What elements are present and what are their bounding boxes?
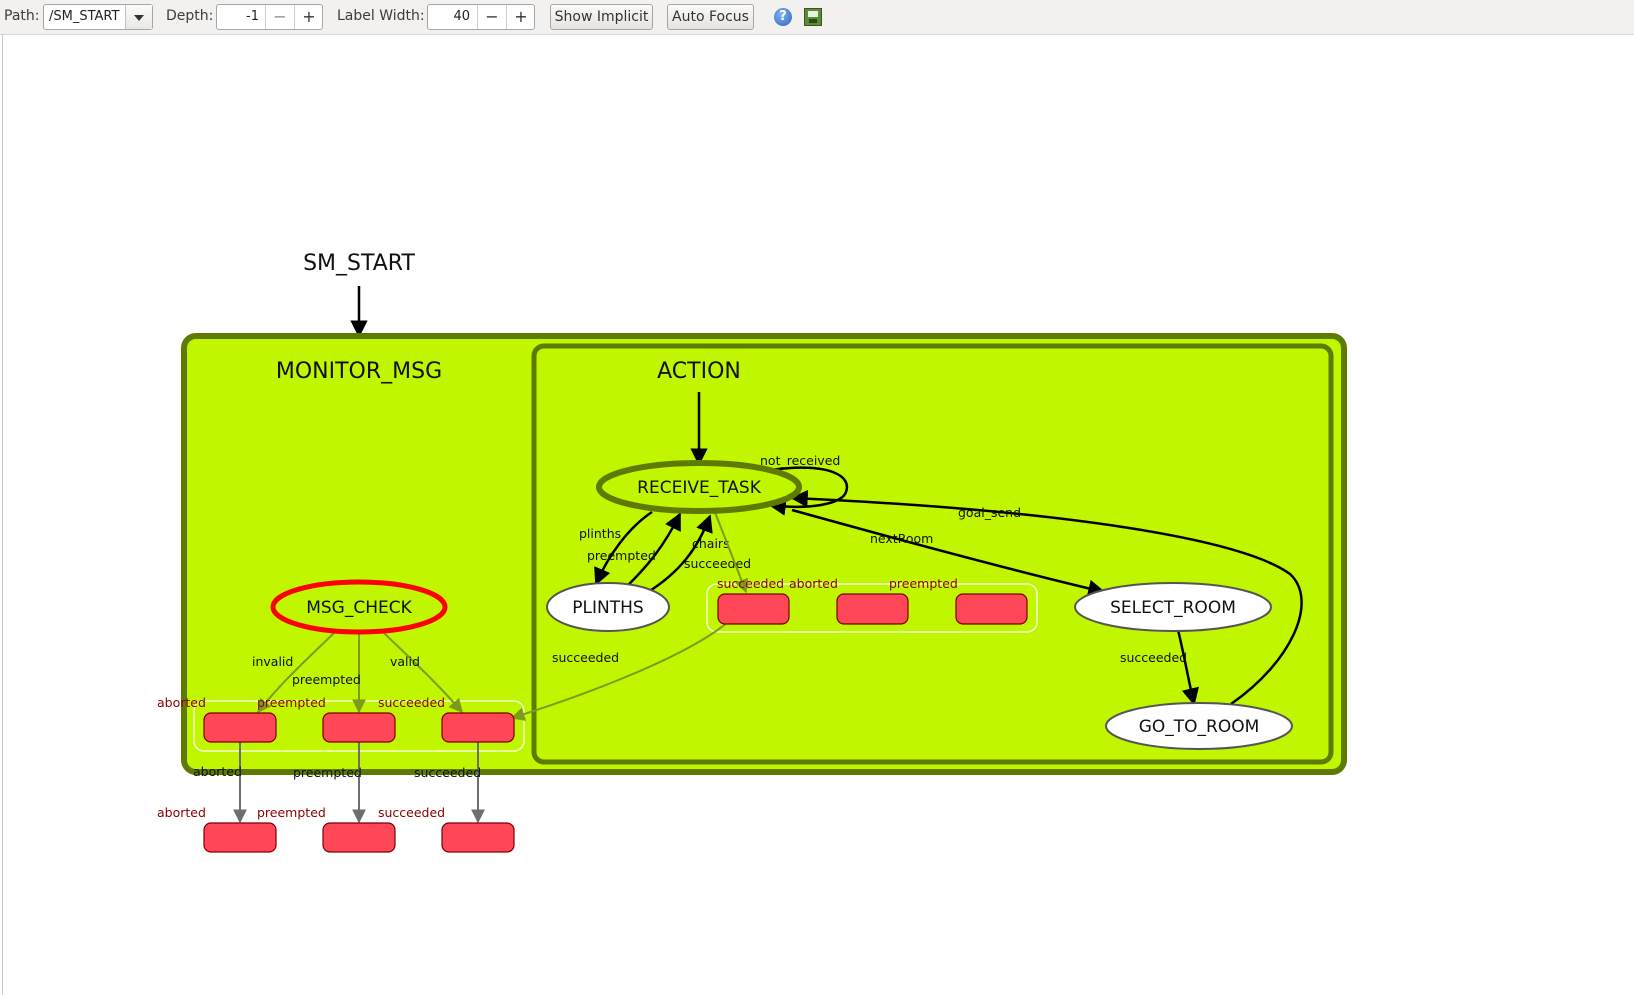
edge-label-goal-send: goal_send — [958, 505, 1021, 520]
state-select-room-label: SELECT_ROOM — [1110, 598, 1236, 618]
edge-label-preempted-msg-check: preempted — [292, 672, 361, 687]
edge-label-outer-aborted: aborted — [193, 764, 242, 779]
outcome-action-preempted-label: preempted — [889, 576, 958, 591]
action-title: ACTION — [657, 359, 741, 384]
edge-label-outer-succeeded: succeeded — [414, 765, 481, 780]
edge-label-select-room-succeeded: succeeded — [1120, 650, 1187, 665]
outcome-root-succeeded-label: succeeded — [378, 805, 445, 820]
monitor-msg-title: MONITOR_MSG — [276, 359, 442, 384]
outcome-root-aborted-label: aborted — [157, 805, 206, 820]
outcome-action-aborted-label: aborted — [789, 576, 838, 591]
state-receive-task-label: RECEIVE_TASK — [637, 478, 762, 498]
state-machine-graph[interactable]: SM_START MONITOR_MSG ACTION not_received… — [0, 0, 1634, 995]
outcome-monitor-succeeded[interactable] — [441, 712, 515, 743]
edge-label-chairs: chairs — [692, 536, 730, 551]
outcome-monitor-aborted-label: aborted — [157, 695, 206, 710]
outcome-monitor-preempted[interactable] — [322, 712, 396, 743]
outcome-root-preempted[interactable] — [322, 822, 396, 853]
edge-label-succeeded-plinths: succeeded — [684, 556, 751, 571]
edge-label-outer-preempted: preempted — [293, 765, 362, 780]
edge-label-preempted-plinths: preempted — [587, 548, 656, 563]
edge-label-next-room: nextRoom — [870, 531, 933, 546]
state-plinths-label: PLINTHS — [572, 598, 643, 618]
edge-label-action-succeeded: succeeded — [552, 650, 619, 665]
outcome-monitor-aborted[interactable] — [203, 712, 277, 743]
outcome-action-succeeded-label: succeeded — [717, 576, 784, 591]
root-label: SM_START — [303, 251, 415, 276]
outcome-monitor-preempted-label: preempted — [257, 695, 326, 710]
outcome-action-succeeded[interactable] — [717, 593, 790, 625]
outcome-root-succeeded[interactable] — [441, 822, 515, 853]
outcome-action-aborted[interactable] — [836, 593, 909, 625]
outcome-action-preempted[interactable] — [955, 593, 1028, 625]
edge-label-not-received: not_received — [760, 453, 840, 468]
state-go-to-room-label: GO_TO_ROOM — [1139, 717, 1260, 737]
edge-label-invalid: invalid — [252, 654, 293, 669]
outcome-root-preempted-label: preempted — [257, 805, 326, 820]
outcome-root-aborted[interactable] — [203, 822, 277, 853]
edge-label-plinths: plinths — [579, 526, 621, 541]
outcome-monitor-succeeded-label: succeeded — [378, 695, 445, 710]
edge-label-valid: valid — [390, 654, 420, 669]
state-msg-check-label: MSG_CHECK — [306, 598, 412, 618]
